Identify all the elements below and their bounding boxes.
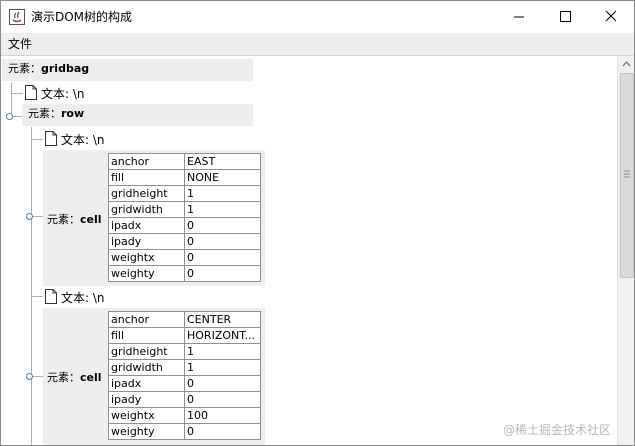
maximize-button[interactable]: [542, 1, 588, 33]
attribute-value: EAST: [184, 153, 261, 170]
tree-node-row[interactable]: 元素：row: [22, 104, 253, 126]
attribute-row: weighty 0: [108, 265, 261, 282]
attribute-name: fill: [108, 169, 185, 186]
attribute-name: gridheight: [108, 185, 185, 202]
tree-node-text[interactable]: 文本: \n: [61, 132, 105, 148]
row-expand-handle[interactable]: [6, 113, 13, 120]
attribute-row: anchor EAST: [108, 153, 261, 170]
scroll-thumb[interactable]: [620, 73, 634, 278]
java-app-icon: [9, 9, 25, 25]
tree-line: [31, 296, 43, 297]
attribute-value: NONE: [184, 169, 261, 186]
node-name: cell: [80, 213, 102, 226]
menu-file[interactable]: 文件: [8, 36, 32, 52]
attribute-value: 100: [184, 407, 261, 424]
node-prefix: 元素：: [8, 62, 41, 75]
attribute-value: 0: [184, 391, 261, 408]
attribute-row: weightx 100: [108, 407, 261, 424]
grip-icon: [624, 170, 630, 178]
text-node-icon: [45, 289, 57, 304]
minimize-icon: [514, 16, 524, 18]
chevron-up-icon: [622, 61, 631, 67]
attribute-name: gridheight: [108, 343, 185, 360]
tree-node-text[interactable]: 文本: \n: [41, 86, 85, 102]
attribute-value: 0: [184, 217, 261, 234]
attribute-value: CENTER: [184, 311, 261, 328]
attribute-row: gridheight 1: [108, 343, 261, 360]
attribute-row: ipady 0: [108, 233, 261, 250]
node-prefix: 元素：: [47, 371, 80, 384]
attribute-name: ipadx: [108, 217, 185, 234]
attribute-value: 1: [184, 359, 261, 376]
attribute-row: ipadx 0: [108, 217, 261, 234]
tree-node-gridbag[interactable]: 元素：gridbag: [2, 59, 253, 81]
maximize-icon: [560, 11, 571, 22]
menu-bar: 文件: [1, 33, 634, 56]
attribute-row: gridwidth 1: [108, 359, 261, 376]
watermark: @稀土掘金技术社区: [503, 423, 612, 437]
close-button[interactable]: [588, 1, 634, 33]
attribute-value: 0: [184, 375, 261, 392]
title-bar[interactable]: 演示DOM树的构成: [1, 1, 634, 33]
attribute-value: 1: [184, 185, 261, 202]
attribute-value: 0: [184, 423, 261, 440]
window-title: 演示DOM树的构成: [31, 10, 133, 24]
attribute-value: HORIZONT...: [184, 327, 261, 344]
node-prefix: 元素：: [28, 107, 61, 120]
cell-label: 元素：cell: [47, 371, 102, 385]
vertical-scrollbar[interactable]: [617, 56, 634, 445]
attribute-value: 0: [184, 249, 261, 266]
tree-line: [31, 139, 43, 140]
attribute-row: ipadx 0: [108, 375, 261, 392]
attribute-name: gridwidth: [108, 359, 185, 376]
attribute-row: ipady 0: [108, 391, 261, 408]
node-name: gridbag: [41, 62, 90, 75]
text-node-icon: [25, 85, 37, 100]
attribute-value: 1: [184, 201, 261, 218]
attribute-row: weightx 0: [108, 249, 261, 266]
cell-expand-handle[interactable]: [26, 213, 33, 220]
attribute-name: anchor: [108, 311, 185, 328]
attribute-name: ipadx: [108, 375, 185, 392]
tree-line: [11, 93, 23, 94]
cell-attribute-table: anchor EAST fill NONE gridheight 1 gridwidth 1 i…: [108, 153, 261, 282]
attribute-row: gridwidth 1: [108, 201, 261, 218]
attribute-name: ipady: [108, 391, 185, 408]
tree-line: [31, 127, 32, 445]
cell-label: 元素：cell: [47, 213, 102, 227]
attribute-name: weighty: [108, 423, 185, 440]
close-icon: [605, 10, 617, 22]
cell-expand-handle[interactable]: [26, 373, 33, 380]
attribute-row: weighty 0: [108, 423, 261, 440]
attribute-name: ipady: [108, 233, 185, 250]
app-window: 演示DOM树的构成 文件 元素：gridbag 文本: \n 元素：row 文本…: [0, 0, 635, 446]
dom-tree-view[interactable]: 元素：gridbag 文本: \n 元素：row 文本: \n 元素：cell …: [2, 56, 617, 445]
attribute-name: weighty: [108, 265, 185, 282]
attribute-value: 1: [184, 343, 261, 360]
scroll-up-button[interactable]: [618, 56, 634, 73]
attribute-name: fill: [108, 327, 185, 344]
attribute-value: 0: [184, 265, 261, 282]
attribute-name: gridwidth: [108, 201, 185, 218]
attribute-row: anchor CENTER: [108, 311, 261, 328]
attribute-row: gridheight 1: [108, 185, 261, 202]
attribute-row: fill HORIZONT...: [108, 327, 261, 344]
attribute-name: weightx: [108, 407, 185, 424]
attribute-name: weightx: [108, 249, 185, 266]
tree-node-text[interactable]: 文本: \n: [61, 290, 105, 306]
node-name: cell: [80, 371, 102, 384]
attribute-value: 0: [184, 233, 261, 250]
minimize-button[interactable]: [496, 1, 542, 33]
attribute-name: anchor: [108, 153, 185, 170]
attribute-row: fill NONE: [108, 169, 261, 186]
cell-attribute-table: anchor CENTER fill HORIZONT... gridheight 1 gr…: [108, 311, 261, 440]
node-name: row: [61, 107, 85, 120]
text-node-icon: [45, 131, 57, 146]
node-prefix: 元素：: [47, 213, 80, 226]
